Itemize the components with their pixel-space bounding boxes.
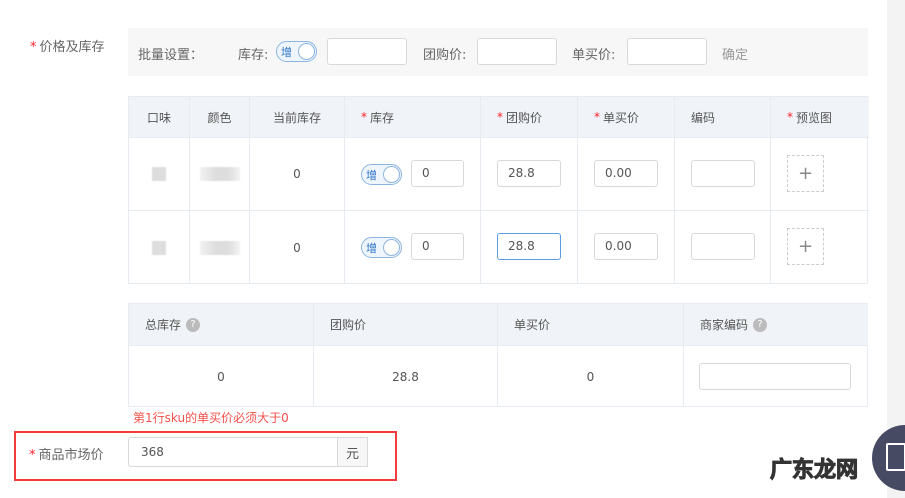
group-price-input[interactable]: 28.8 bbox=[497, 160, 561, 187]
header-current-stock: 当前库存 bbox=[250, 97, 345, 138]
header-preview: * 预览图 bbox=[771, 97, 869, 138]
market-price-input[interactable]: 368 bbox=[128, 437, 368, 467]
document-icon bbox=[886, 443, 905, 471]
section-label: * 价格及库存 bbox=[30, 40, 105, 55]
watermark: 广东龙网 bbox=[769, 458, 859, 484]
currency-unit: 元 bbox=[337, 437, 368, 467]
required-mark: * bbox=[594, 110, 600, 124]
required-mark: * bbox=[361, 110, 367, 124]
cell-flavor bbox=[129, 138, 190, 211]
cell-stock: 增0 bbox=[345, 138, 481, 211]
single-price-input[interactable]: 0.00 bbox=[594, 160, 658, 187]
code-input[interactable] bbox=[691, 233, 755, 260]
add-image-button[interactable]: + bbox=[787, 228, 824, 265]
batch-stock-toggle[interactable]: 增 bbox=[276, 41, 317, 62]
group-price-input[interactable]: 28.8 bbox=[497, 233, 561, 260]
cell-code bbox=[675, 138, 771, 211]
cell-code bbox=[675, 211, 771, 284]
plus-icon: + bbox=[797, 236, 814, 257]
right-gutter bbox=[887, 0, 905, 498]
batch-single-price-input[interactable] bbox=[627, 38, 707, 65]
cell-stock: 增0 bbox=[345, 211, 481, 284]
help-icon[interactable]: ? bbox=[186, 317, 201, 332]
blurred-value bbox=[199, 240, 240, 255]
summary-header-merchant-code: 商家编码? bbox=[684, 304, 868, 346]
batch-stock-input[interactable] bbox=[327, 38, 407, 65]
batch-confirm-button[interactable]: 确定 bbox=[722, 44, 748, 63]
stock-input[interactable]: 0 bbox=[411, 160, 464, 187]
cell-current-stock: 0 bbox=[250, 138, 345, 211]
cell-color bbox=[190, 138, 250, 211]
cell-single-price: 0.00 bbox=[578, 211, 675, 284]
cell-preview: + bbox=[771, 138, 869, 211]
batch-settings-bar: 批量设置： 库存: 增 团购价: 单买价: 确定 bbox=[128, 28, 868, 76]
summary-header-total-stock: 总库存? bbox=[129, 304, 314, 346]
summary-single-price: 0 bbox=[498, 346, 684, 407]
summary-header-single-price: 单买价 bbox=[498, 304, 684, 346]
add-image-button[interactable]: + bbox=[787, 155, 824, 192]
cell-flavor bbox=[129, 211, 190, 284]
merchant-code-input[interactable] bbox=[699, 363, 851, 390]
error-message: 第1行sku的单买价必须大于0 bbox=[133, 411, 289, 425]
blurred-value bbox=[152, 240, 166, 255]
blurred-value bbox=[152, 167, 166, 181]
code-input[interactable] bbox=[691, 160, 755, 187]
required-mark: * bbox=[497, 110, 503, 124]
header-code: 编码 bbox=[675, 97, 771, 138]
single-price-input[interactable]: 0.00 bbox=[594, 233, 658, 260]
cell-single-price: 0.00 bbox=[578, 138, 675, 211]
header-stock: * 库存 bbox=[345, 97, 481, 138]
batch-stock-label: 库存: bbox=[238, 48, 269, 63]
cell-preview: + bbox=[771, 211, 869, 284]
summary-total-stock: 0 bbox=[129, 346, 314, 407]
blurred-value bbox=[199, 167, 240, 181]
cell-current-stock: 0 bbox=[250, 211, 345, 284]
summary-merchant-code-cell bbox=[684, 346, 868, 407]
header-flavor: 口味 bbox=[129, 97, 190, 138]
header-single-price: * 单买价 bbox=[578, 97, 675, 138]
help-icon[interactable]: ? bbox=[753, 317, 768, 332]
market-price-label: * 商品市场价 bbox=[29, 448, 104, 463]
stock-toggle[interactable]: 增 bbox=[361, 164, 402, 185]
stock-toggle[interactable]: 增 bbox=[361, 237, 402, 258]
batch-group-price-input[interactable] bbox=[477, 38, 557, 65]
required-mark: * bbox=[787, 110, 793, 124]
sku-table: 口味 颜色 当前库存 * 库存 * 团购价 * 单买价 编码 * 预览图 0 增 0 28.8 0.00 +0 增… bbox=[128, 96, 869, 284]
header-group-price: * 团购价 bbox=[481, 97, 578, 138]
batch-single-price-label: 单买价: bbox=[572, 48, 616, 63]
cell-color bbox=[190, 211, 250, 284]
summary-header-group-price: 团购价 bbox=[314, 304, 498, 346]
stock-input[interactable]: 0 bbox=[411, 233, 464, 260]
cell-group-price: 28.8 bbox=[481, 138, 578, 211]
header-color: 颜色 bbox=[190, 97, 250, 138]
plus-icon: + bbox=[797, 163, 814, 184]
cell-group-price: 28.8 bbox=[481, 211, 578, 284]
batch-title: 批量设置： bbox=[138, 48, 204, 63]
batch-group-price-label: 团购价: bbox=[423, 48, 467, 63]
summary-group-price: 28.8 bbox=[314, 346, 498, 407]
summary-table: 总库存? 团购价 单买价 商家编码? 0 28.8 0 bbox=[128, 303, 868, 407]
floating-menu-button[interactable] bbox=[872, 425, 905, 491]
